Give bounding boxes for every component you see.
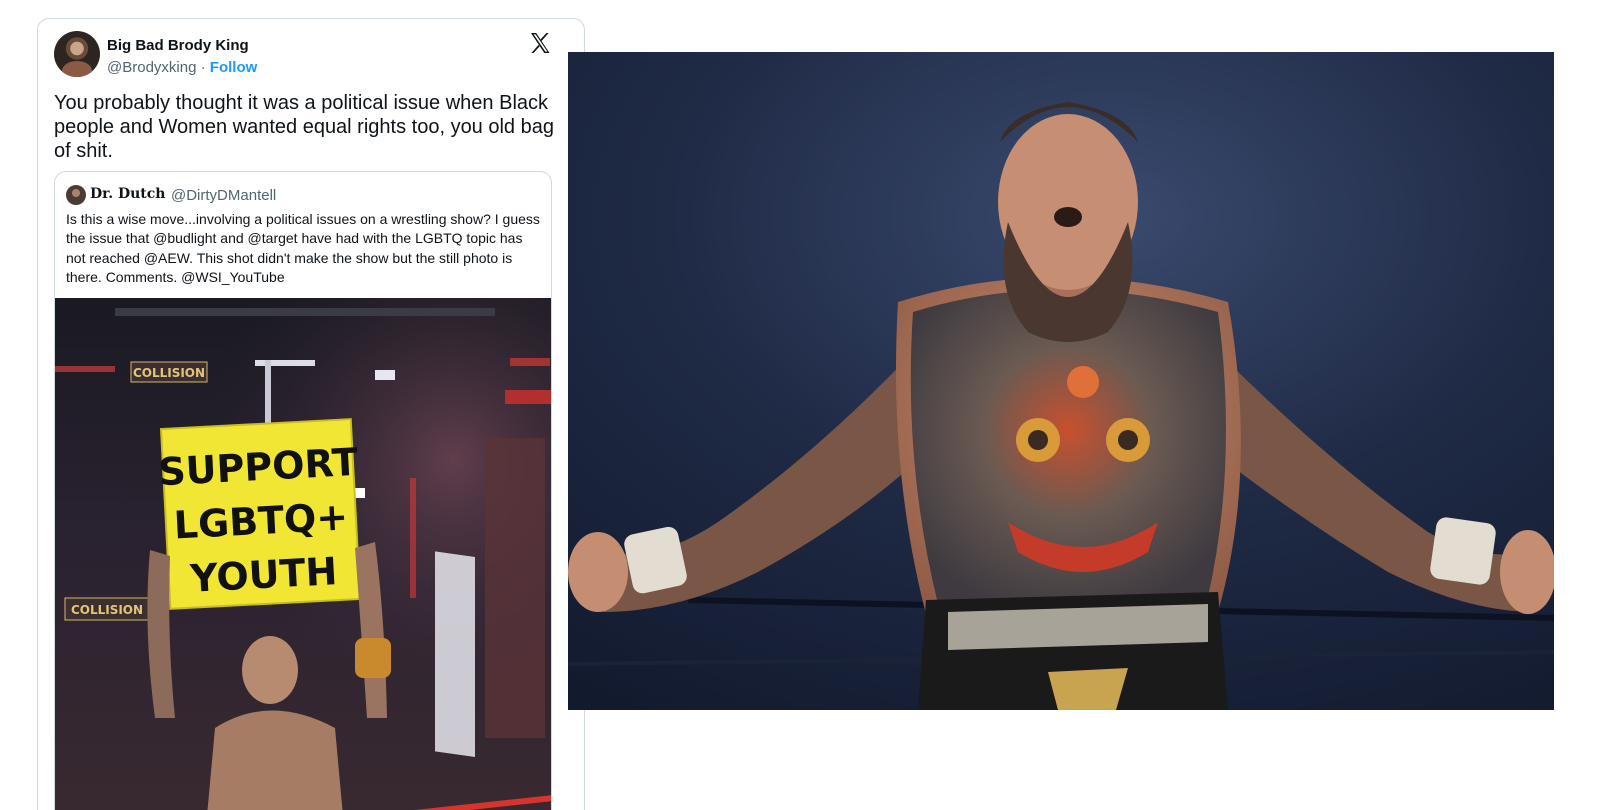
quoted-tweet[interactable]: Dr. Dutch @DirtyDMantell Is this a wise … [54, 171, 552, 810]
sign-line-2: LGBTQ+ [173, 494, 350, 547]
wrestler-photo [568, 52, 1554, 710]
quoted-author-handle[interactable]: @DirtyDMantell [171, 187, 276, 204]
author-handle-row: @Brodyxking · Follow [107, 59, 257, 76]
tweet-card[interactable]: Big Bad Brody King @Brodyxking · Follow … [37, 18, 585, 810]
author-avatar[interactable] [54, 31, 100, 77]
follow-button[interactable]: Follow [210, 59, 258, 76]
quoted-tweet-image[interactable]: COLLISION COLLISION SUPPORT LGBTQ+ YOUTH [55, 298, 552, 810]
tweet-text: You probably thought it was a political … [54, 92, 554, 162]
quoted-tweet-text: Is this a wise move...involving a politi… [66, 211, 540, 286]
avatar-figure [62, 61, 92, 77]
quoted-author-name[interactable]: Dr. Dutch [90, 186, 165, 202]
quoted-author-avatar[interactable] [66, 185, 86, 205]
x-logo-icon[interactable] [528, 31, 552, 55]
arena-banner-side: COLLISION [71, 603, 143, 617]
handle-separator: · [196, 59, 210, 76]
sign-line-3: YOUTH [188, 549, 338, 601]
arena-banner-top: COLLISION [133, 366, 205, 380]
author-name[interactable]: Big Bad Brody King [107, 37, 249, 54]
author-handle[interactable]: @Brodyxking [107, 59, 196, 76]
